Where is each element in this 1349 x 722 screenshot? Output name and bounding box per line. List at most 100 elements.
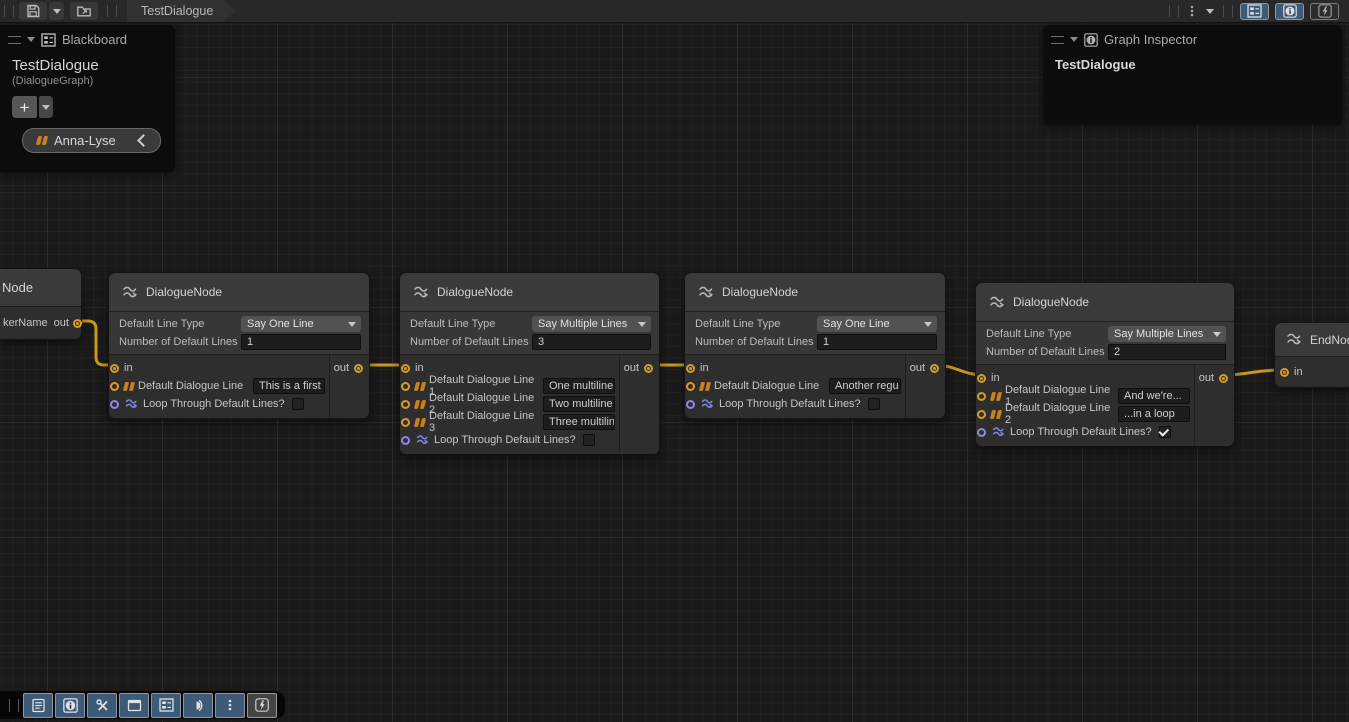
input-port[interactable] — [401, 364, 410, 373]
node-dialogue-4[interactable]: DialogueNode Default Line Type Say Multi… — [975, 282, 1235, 447]
collapse-arrow-icon[interactable] — [1070, 37, 1078, 46]
output-port[interactable] — [354, 364, 363, 373]
quote-icon — [37, 136, 46, 145]
line-port[interactable] — [977, 392, 986, 401]
line-port[interactable] — [686, 382, 695, 391]
preview-button[interactable] — [247, 693, 277, 718]
overflow-menu-button[interactable] — [1183, 2, 1201, 20]
save-button[interactable] — [19, 2, 47, 20]
drag-handle-icon[interactable] — [8, 36, 21, 44]
node-title-bar[interactable]: EndNode — [1275, 323, 1349, 357]
line-port[interactable] — [401, 400, 410, 409]
prop-label: Default Line Type — [986, 328, 1108, 340]
loop-checkbox[interactable] — [292, 398, 304, 410]
more-button[interactable] — [215, 693, 245, 718]
line-type-dropdown[interactable]: Say One Line — [817, 316, 937, 332]
output-port[interactable] — [73, 319, 82, 328]
line-value-field[interactable]: ...in a loop — [1118, 406, 1190, 422]
line-value-field[interactable]: Two multiline — [543, 396, 615, 412]
line-port[interactable] — [401, 418, 410, 427]
line-type-dropdown[interactable]: Say Multiple Lines — [1108, 326, 1226, 342]
top-toolbar: TestDialogue — [0, 0, 1349, 23]
line-port[interactable] — [401, 382, 410, 391]
dialogue-button[interactable] — [183, 693, 213, 718]
input-port[interactable] — [110, 364, 119, 373]
loop-label: Loop Through Default Lines? — [143, 398, 285, 410]
line-type-dropdown[interactable]: Say One Line — [241, 316, 361, 332]
output-port[interactable] — [644, 364, 653, 373]
quote-icon — [700, 382, 709, 391]
line-value-field[interactable]: Another regu — [829, 378, 901, 394]
open-asset-icon — [76, 3, 92, 19]
add-property-dropdown-button[interactable] — [39, 96, 53, 118]
node-dialogue-2[interactable]: DialogueNode Default Line Type Say Multi… — [399, 272, 660, 455]
line-value-field[interactable]: This is a first — [253, 378, 325, 394]
num-lines-field[interactable]: 2 — [1108, 344, 1226, 360]
loop-checkbox[interactable] — [868, 398, 880, 410]
node-title-bar[interactable]: DialogueNode — [109, 273, 369, 312]
in-label: in — [1294, 366, 1303, 378]
flow-icon — [988, 295, 1005, 310]
output-port[interactable] — [1219, 374, 1228, 383]
node-speaker[interactable]: Node kerName out — [0, 268, 82, 340]
prop-label: Default Line Type — [119, 318, 241, 330]
open-asset-button[interactable] — [70, 2, 98, 20]
num-lines-field[interactable]: 3 — [532, 334, 651, 350]
node-dialogue-3[interactable]: DialogueNode Default Line Type Say One L… — [684, 272, 946, 419]
loop-port[interactable] — [401, 436, 410, 445]
inspector-header[interactable]: Graph Inspector — [1043, 25, 1342, 51]
num-lines-field[interactable]: 1 — [241, 334, 361, 350]
console-button[interactable] — [23, 693, 53, 718]
field-value: 2 — [1114, 346, 1120, 358]
toggle-blackboard-button[interactable] — [1240, 3, 1269, 20]
line-value-field[interactable]: Three multilin — [543, 414, 615, 430]
loop-icon — [124, 398, 138, 410]
prop-label: Default Line Type — [410, 318, 532, 330]
toolbar-drag-handle[interactable] — [9, 699, 19, 712]
toggle-preview-button[interactable] — [1310, 3, 1339, 20]
prop-label: Default Line Type — [695, 318, 817, 330]
num-lines-field[interactable]: 1 — [817, 334, 937, 350]
line-type-dropdown[interactable]: Say Multiple Lines — [532, 316, 651, 332]
loop-port[interactable] — [686, 400, 695, 409]
line-value-field[interactable]: One multiline — [543, 378, 615, 394]
toggle-inspector-button[interactable] — [1275, 3, 1304, 20]
line-port[interactable] — [977, 410, 986, 419]
loop-port[interactable] — [977, 428, 986, 437]
inspector-button[interactable] — [55, 693, 85, 718]
add-property-button[interactable]: + — [12, 96, 37, 118]
input-port[interactable] — [977, 374, 986, 383]
output-port[interactable] — [930, 364, 939, 373]
line-port[interactable] — [110, 382, 119, 391]
input-port[interactable] — [686, 364, 695, 373]
tab-testdialogue[interactable]: TestDialogue — [127, 0, 235, 22]
chevron-left-icon[interactable] — [137, 134, 150, 147]
inspector-title: Graph Inspector — [1104, 32, 1197, 47]
node-title-bar[interactable]: DialogueNode — [400, 273, 659, 312]
overflow-dropdown-button[interactable] — [1201, 2, 1219, 20]
blackboard-property-anna-lyse[interactable]: Anna-Lyse — [22, 128, 161, 153]
blackboard-button[interactable] — [151, 693, 181, 718]
quote-icon — [415, 418, 424, 427]
loop-checkbox[interactable] — [583, 434, 595, 446]
blackboard-icon — [159, 698, 174, 712]
node-title-bar[interactable]: Node — [0, 269, 81, 307]
blackboard-header[interactable]: Blackboard — [0, 25, 175, 51]
line-value-field[interactable]: And we're... — [1118, 388, 1190, 404]
save-options-button[interactable] — [49, 2, 64, 20]
tools-button[interactable] — [87, 693, 117, 718]
node-title-bar[interactable]: DialogueNode — [685, 273, 945, 312]
drag-handle-icon[interactable] — [1051, 36, 1064, 44]
loop-checkbox-checked[interactable] — [1159, 426, 1171, 438]
input-port[interactable] — [1280, 368, 1289, 377]
graph-type: (DialogueGraph) — [0, 74, 175, 87]
loop-port[interactable] — [110, 400, 119, 409]
window-button[interactable] — [119, 693, 149, 718]
toolbar-divider — [1223, 5, 1233, 17]
collapse-arrow-icon[interactable] — [27, 37, 35, 46]
node-end[interactable]: EndNode in — [1274, 322, 1349, 388]
node-dialogue-1[interactable]: DialogueNode Default Line Type Say One L… — [108, 272, 370, 419]
loop-label: Loop Through Default Lines? — [434, 434, 576, 446]
toolbar-drag-handle[interactable] — [4, 5, 14, 17]
node-title-bar[interactable]: DialogueNode — [976, 283, 1234, 322]
